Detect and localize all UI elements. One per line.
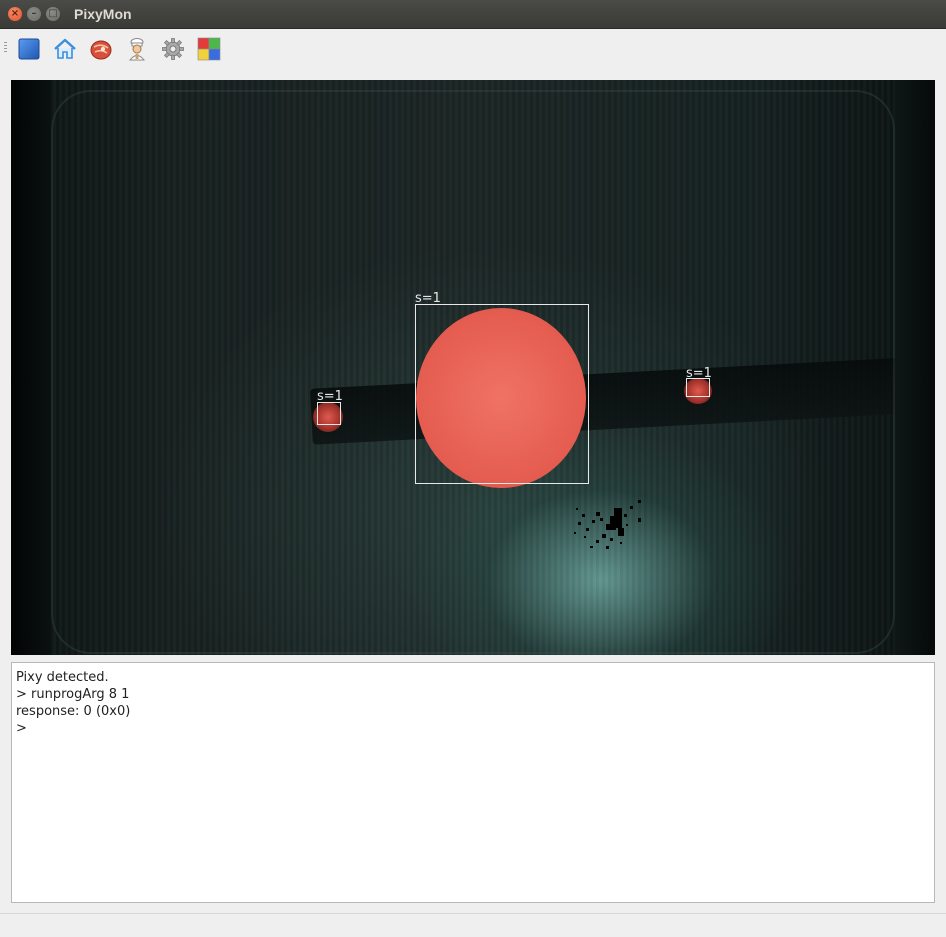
window-title: PixyMon bbox=[74, 6, 132, 22]
gear-icon bbox=[162, 38, 184, 60]
console-line: Pixy detected. bbox=[16, 670, 109, 685]
close-icon[interactable]: × bbox=[8, 7, 22, 21]
block-box-left bbox=[317, 402, 341, 425]
console-line: > runprogArg 8 1 bbox=[16, 687, 130, 702]
title-bar: × – □ PixyMon bbox=[0, 0, 946, 29]
status-bar bbox=[0, 913, 946, 937]
console-output[interactable]: Pixy detected. > runprogArg 8 1 response… bbox=[11, 662, 935, 903]
video-view[interactable]: s=1 s=1 s=1 bbox=[11, 80, 935, 655]
stop-button[interactable] bbox=[17, 37, 41, 61]
home-button[interactable] bbox=[53, 37, 77, 61]
raw-video-icon bbox=[90, 40, 112, 60]
toolbar bbox=[0, 29, 946, 69]
raw-video-button[interactable] bbox=[89, 37, 113, 61]
color-signatures-icon bbox=[197, 37, 221, 61]
block-label: s=1 bbox=[686, 366, 712, 381]
maximize-icon[interactable]: □ bbox=[46, 7, 60, 21]
cooked-video-button[interactable] bbox=[125, 37, 149, 61]
color-signatures-button[interactable] bbox=[197, 37, 221, 61]
minimize-icon[interactable]: – bbox=[27, 7, 41, 21]
home-icon bbox=[54, 38, 76, 59]
pixel-noise bbox=[574, 500, 641, 549]
console-prompt: > bbox=[16, 721, 27, 736]
block-box-center bbox=[415, 304, 589, 484]
toolbar-grip[interactable] bbox=[4, 42, 7, 54]
block-label: s=1 bbox=[415, 291, 441, 306]
chef-icon bbox=[128, 38, 146, 61]
configure-button[interactable] bbox=[161, 37, 185, 61]
console-line: response: 0 (0x0) bbox=[16, 704, 131, 719]
stop-icon bbox=[18, 38, 40, 60]
block-label: s=1 bbox=[317, 389, 343, 404]
